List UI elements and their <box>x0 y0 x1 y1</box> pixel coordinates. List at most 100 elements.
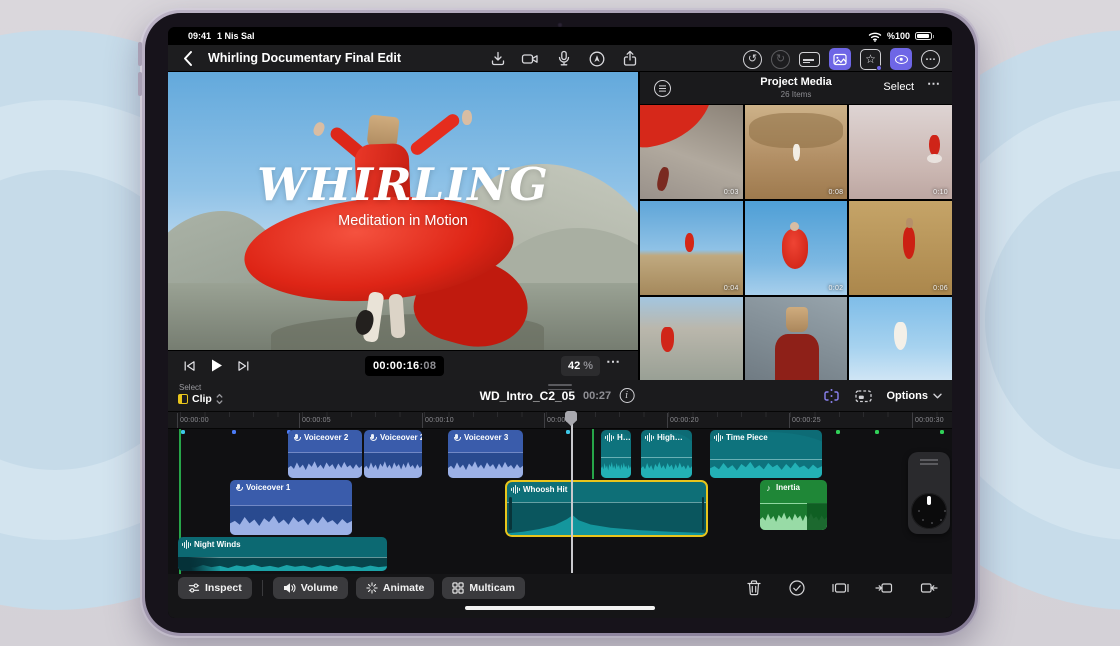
media-thumbnail[interactable]: 0:02 <box>745 201 848 295</box>
timeline-clip[interactable]: Voiceover 2 <box>364 430 422 478</box>
connect-clip-icon[interactable] <box>822 387 841 405</box>
timeline-marker[interactable] <box>181 430 185 434</box>
back-button[interactable] <box>180 49 198 68</box>
project-media-panel: Project Media 26 Items Select ⋯ 0:03 0:0… <box>640 72 952 380</box>
overwrite-clip-icon[interactable] <box>919 579 938 597</box>
clip-label: Time Piece <box>726 433 768 442</box>
soundwave-icon <box>605 433 615 442</box>
media-thumbnail[interactable]: 0:04 <box>640 201 743 295</box>
timeline-clip[interactable]: H… <box>601 430 631 478</box>
inspect-label: Inspect <box>205 582 242 594</box>
redo-icon[interactable] <box>771 50 790 69</box>
timeline-panel: Select Clip WD_Intro_C2_05 00:27 <box>168 380 952 618</box>
select-mode-label: Select <box>179 383 201 392</box>
effects-browser-icon[interactable] <box>860 49 881 70</box>
transport-more-icon[interactable]: ⋯ <box>606 353 621 370</box>
home-indicator[interactable] <box>465 606 655 610</box>
top-toolbar: Whirling Documentary Final Edit <box>168 45 952 72</box>
play-icon[interactable] <box>209 358 224 373</box>
timeline-clip[interactable]: Voiceover 2 <box>288 430 362 478</box>
inspect-button[interactable]: Inspect <box>178 577 252 599</box>
replace-clip-icon[interactable] <box>831 579 850 597</box>
select-button[interactable]: Select <box>883 81 914 93</box>
skip-forward-icon[interactable] <box>237 359 251 373</box>
volume-button[interactable]: Volume <box>273 577 348 599</box>
inspector-icon <box>188 582 200 594</box>
multicam-button[interactable]: Multicam <box>442 577 525 599</box>
animate-icon <box>366 582 378 594</box>
clip-label: Voiceover 2 <box>380 433 422 442</box>
timeline-clip[interactable]: Inertia <box>760 480 827 530</box>
timeline-ruler[interactable]: 00:00:00 00:00:05 00:00:10 00:00:15 00:0… <box>168 411 952 429</box>
trash-icon[interactable] <box>745 579 763 597</box>
media-more-icon[interactable]: ⋯ <box>927 76 940 92</box>
zoom-level[interactable]: 42% <box>561 356 600 376</box>
info-icon[interactable] <box>619 388 634 403</box>
soundwave-icon <box>182 540 192 549</box>
share-icon[interactable] <box>620 49 639 68</box>
more-icon[interactable] <box>921 50 940 69</box>
media-thumbnail[interactable]: 0:08 <box>745 105 848 199</box>
media-browser-icon[interactable] <box>829 48 851 70</box>
media-thumbnail[interactable]: 0:10 <box>849 105 952 199</box>
options-button[interactable]: Options <box>886 390 942 402</box>
media-thumbnail[interactable] <box>849 297 952 380</box>
timeline-marker[interactable] <box>566 430 570 434</box>
soundwave-icon <box>511 485 521 494</box>
timeline-marker[interactable] <box>940 430 944 434</box>
clip-tool-selector[interactable]: Clip <box>178 393 223 405</box>
camera-icon[interactable] <box>521 49 540 68</box>
media-thumbnail[interactable] <box>640 297 743 380</box>
timeline-clip[interactable]: Night Winds <box>178 537 387 571</box>
up-down-chevron-icon <box>216 393 223 405</box>
volume-down-button <box>138 72 142 96</box>
pointer-record-icon[interactable] <box>587 49 606 68</box>
timeline-clip[interactable]: Voiceover 3 <box>448 430 523 478</box>
insert-clip-icon[interactable] <box>875 579 894 597</box>
media-thumbnail[interactable]: 0:03 <box>640 105 743 199</box>
skip-back-icon[interactable] <box>182 359 196 373</box>
jog-wheel[interactable] <box>908 452 950 534</box>
ipad-device: 09:41 1 Nis Sal %100 Whirling Documentar… <box>140 8 980 638</box>
microphone-icon[interactable] <box>554 49 573 68</box>
clip-range-icon <box>178 394 188 404</box>
viewer-title-overlay: WHIRLING <box>168 158 638 211</box>
media-thumbnail[interactable]: 0:06 <box>849 201 952 295</box>
view-tool-group <box>743 48 940 70</box>
timeline-marker[interactable] <box>875 430 879 434</box>
timecode-display[interactable]: 00:00:16:08 <box>365 356 444 376</box>
media-thumbnail[interactable] <box>745 297 848 380</box>
clip-label: Voiceover 3 <box>464 433 508 442</box>
effects-badge <box>876 65 882 71</box>
overlay-pip-icon[interactable] <box>854 387 873 405</box>
playhead-line <box>571 411 573 573</box>
import-media-icon[interactable] <box>488 49 507 68</box>
media-panel-header: Project Media 26 Items Select ⋯ <box>640 72 952 105</box>
mic-icon <box>236 484 241 492</box>
jog-controls-icon[interactable] <box>890 48 912 70</box>
trim-handle-left[interactable] <box>509 497 512 530</box>
jog-dial[interactable] <box>911 493 947 529</box>
timecode-main: 00:00:16 <box>373 360 419 372</box>
soundwave-icon <box>645 433 655 442</box>
timeline-marker[interactable] <box>836 430 840 434</box>
trim-handle-right[interactable] <box>702 497 705 530</box>
timeline-clip-selected[interactable]: Whoosh Hit <box>505 480 708 537</box>
captions-icon[interactable] <box>799 52 820 67</box>
duration-badge: 0:02 <box>829 285 844 292</box>
transport-bar: 00:00:16:08 42% ⋯ <box>168 350 638 380</box>
timeline-clip[interactable]: High… <box>641 430 692 478</box>
checkmark-circle-icon[interactable] <box>788 579 806 597</box>
timeline-clip[interactable]: Time Piece <box>710 430 822 478</box>
duration-badge: 0:10 <box>933 189 948 196</box>
duration-badge: 0:03 <box>724 189 739 196</box>
music-note-icon <box>764 483 773 492</box>
animate-button[interactable]: Animate <box>356 577 434 599</box>
duration-badge: 0:04 <box>724 285 739 292</box>
undo-icon[interactable] <box>743 50 762 69</box>
options-label: Options <box>886 390 928 402</box>
bottom-toolbar: Inspect Volume Animate <box>168 574 952 602</box>
multicam-icon <box>452 582 464 594</box>
timeline-clip[interactable]: Voiceover 1 <box>230 480 352 535</box>
timeline-marker[interactable] <box>232 430 236 434</box>
